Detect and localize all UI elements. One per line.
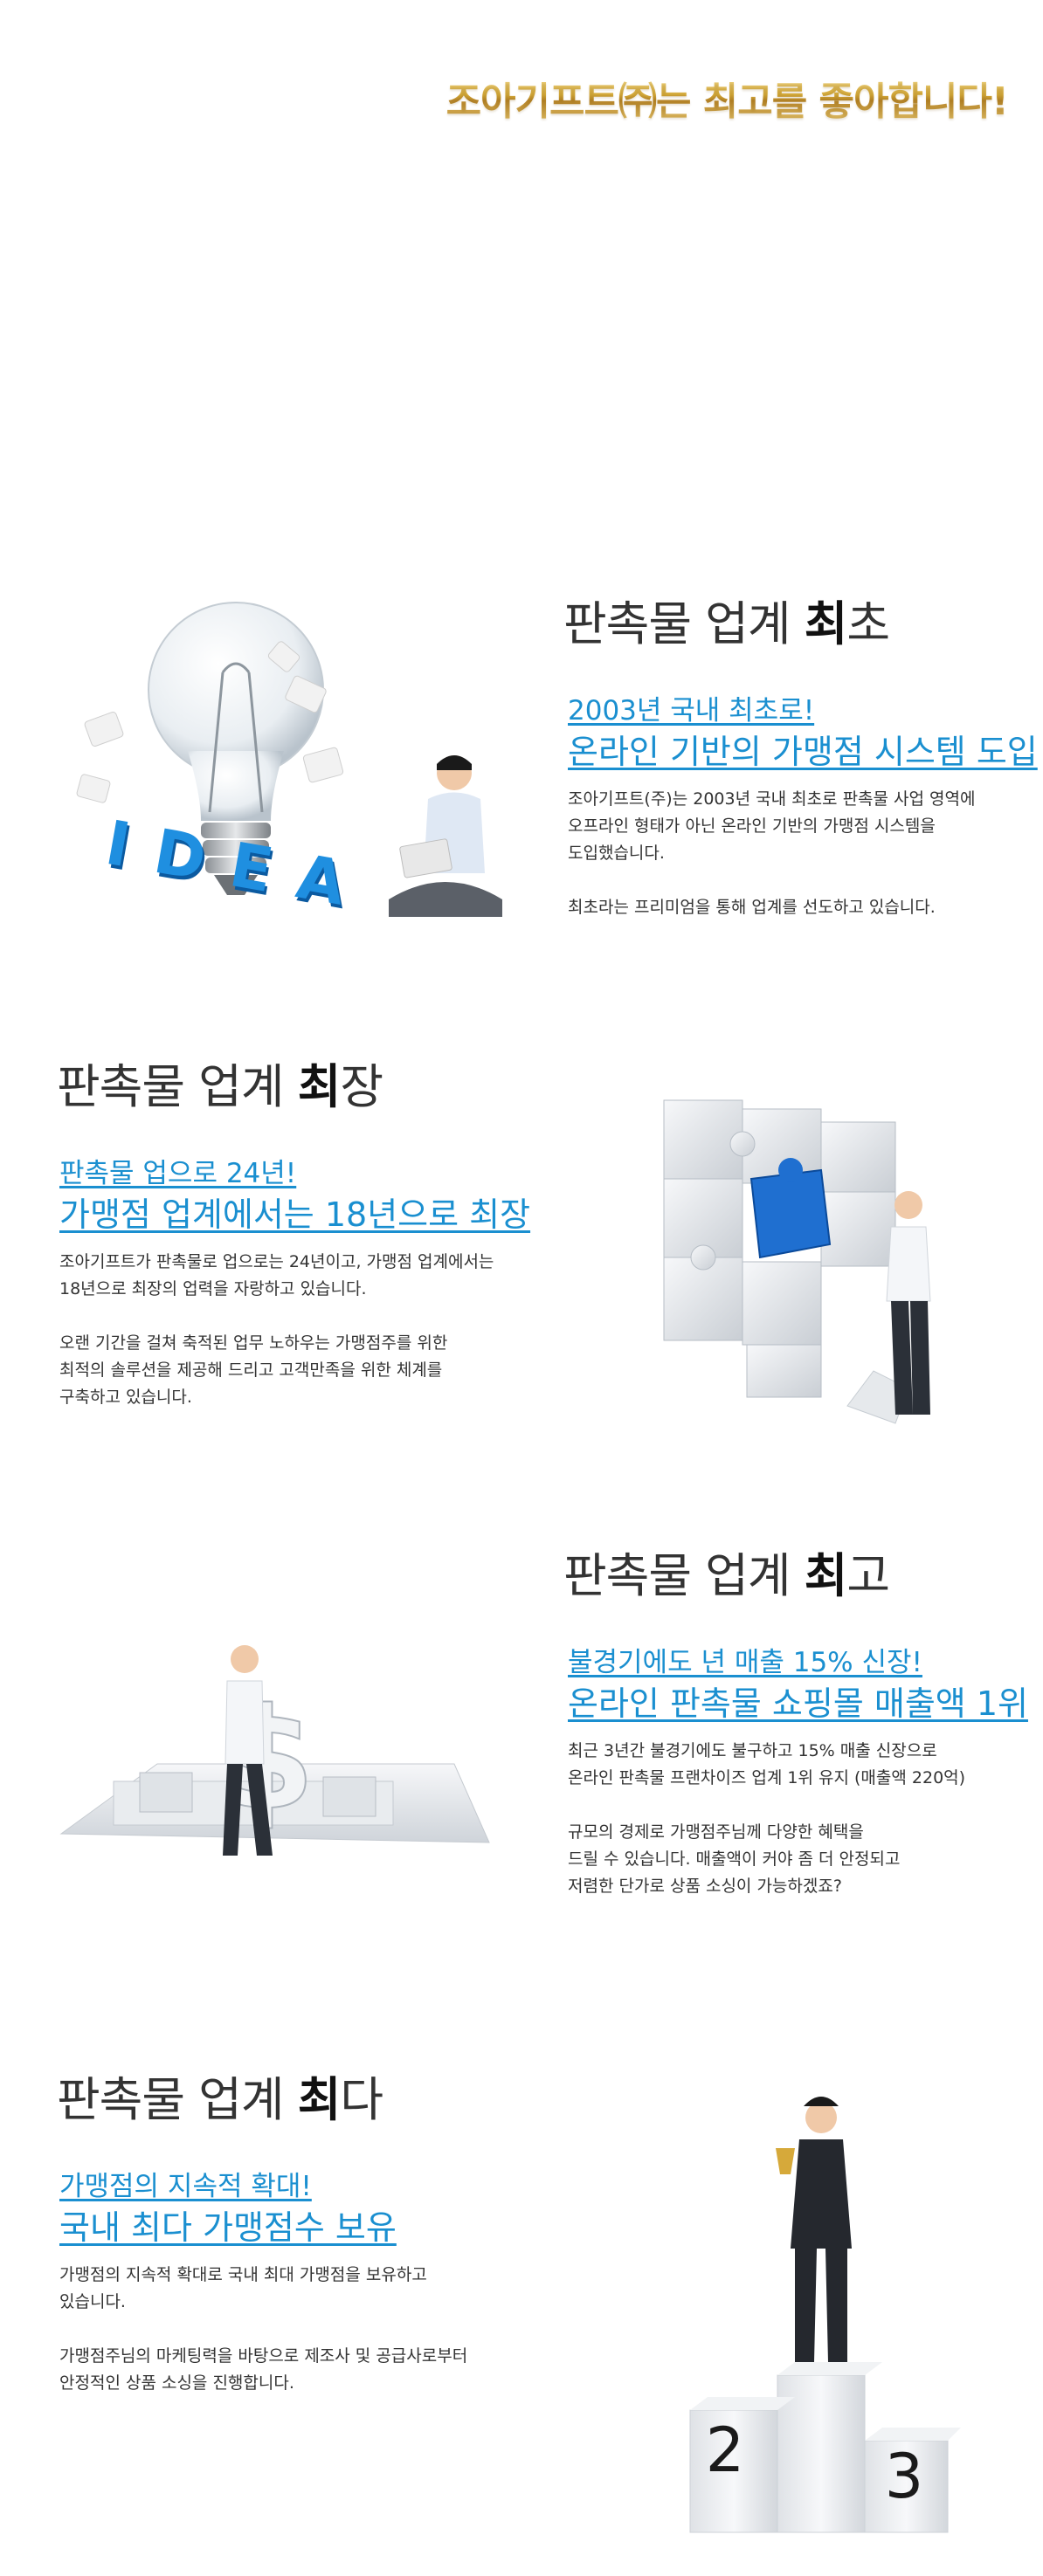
puzzle-illustration — [646, 1074, 961, 1441]
person-laptop-icon — [389, 755, 502, 917]
subtitle-line1: 불경기에도 년 매출 15% 신장! — [568, 1647, 922, 1678]
podium-icon: 2 3 — [689, 2097, 961, 2533]
tagline: 조아기프트㈜는 최고를 좋아합니다! — [446, 70, 1009, 126]
section-description: 최근 3년간 불경기에도 불구하고 15% 매출 신장으로 온라인 판촉물 프랜… — [568, 1741, 966, 1896]
puzzle-icon — [663, 1099, 931, 1424]
idea-bulb-illustration: IDEA — [70, 594, 402, 943]
man-with-laptop-illustration — [384, 751, 507, 926]
trophy-icon — [776, 2148, 795, 2174]
section-subtitle: 판촉물 업으로 24년! 가맹점 업계에서는 18년으로 최장 — [59, 1154, 530, 1236]
podium-number-3: 3 — [885, 2441, 924, 2512]
section-description: 가맹점의 지속적 확대로 국내 최대 가맹점을 보유하고 있습니다. 가맹점주님… — [59, 2265, 468, 2393]
subtitle-line1: 가맹점의 지속적 확대! — [59, 2171, 312, 2202]
section-title: 판촉물 업계 최고 — [563, 1548, 890, 1603]
dollar-sign-icon: $ — [59, 1645, 490, 1856]
section-title: 판촉물 업계 최장 — [57, 1059, 383, 1114]
section-most: 판촉물 업계 최다 가맹점의 지속적 확대! 국내 최다 가맹점수 보유 가맹점… — [0, 2052, 1043, 2541]
subtitle-line2: 온라인 판촉물 쇼핑몰 매출액 1위 — [568, 1684, 1028, 1723]
section-description: 조아기프트가 판촉물로 업으로는 24년이고, 가맹점 업계에서는 18년으로 … — [59, 1252, 494, 1407]
section-subtitle: 가맹점의 지속적 확대! 국내 최다 가맹점수 보유 — [59, 2167, 397, 2249]
section-description: 조아기프트(주)는 2003년 국내 최초로 판촉물 사업 영역에 오프라인 형… — [568, 789, 976, 917]
section-first: IDEA 판촉물 업계 최초 2003년 국내 최초로! 온라인 기반의 가맹점… — [0, 576, 1043, 943]
dollar-blueprint-illustration: $ — [44, 1633, 498, 1895]
subtitle-line2: 국내 최다 가맹점수 보유 — [59, 2208, 397, 2247]
subtitle-line2: 온라인 기반의 가맹점 시스템 도입 — [568, 733, 1038, 771]
podium-illustration: 2 3 — [673, 2087, 961, 2541]
subtitle-line1: 판촉물 업으로 24년! — [59, 1158, 297, 1189]
subtitle-line2: 가맹점 업계에서는 18년으로 최장 — [59, 1195, 531, 1234]
section-best: $ 판촉물 업계 최고 불경기에도 년 매출 15% 신장! 온라인 판촉물 쇼… — [0, 1528, 1043, 1930]
section-subtitle: 2003년 국내 최초로! 온라인 기반의 가맹점 시스템 도입 — [568, 692, 1038, 774]
podium-number-2: 2 — [706, 2414, 745, 2486]
section-title: 판촉물 업계 최초 — [563, 596, 890, 651]
subtitle-line1: 2003년 국내 최초로! — [568, 695, 815, 727]
section-title: 판촉물 업계 최다 — [57, 2072, 383, 2127]
section-subtitle: 불경기에도 년 매출 15% 신장! 온라인 판촉물 쇼핑몰 매출액 1위 — [568, 1643, 1028, 1725]
